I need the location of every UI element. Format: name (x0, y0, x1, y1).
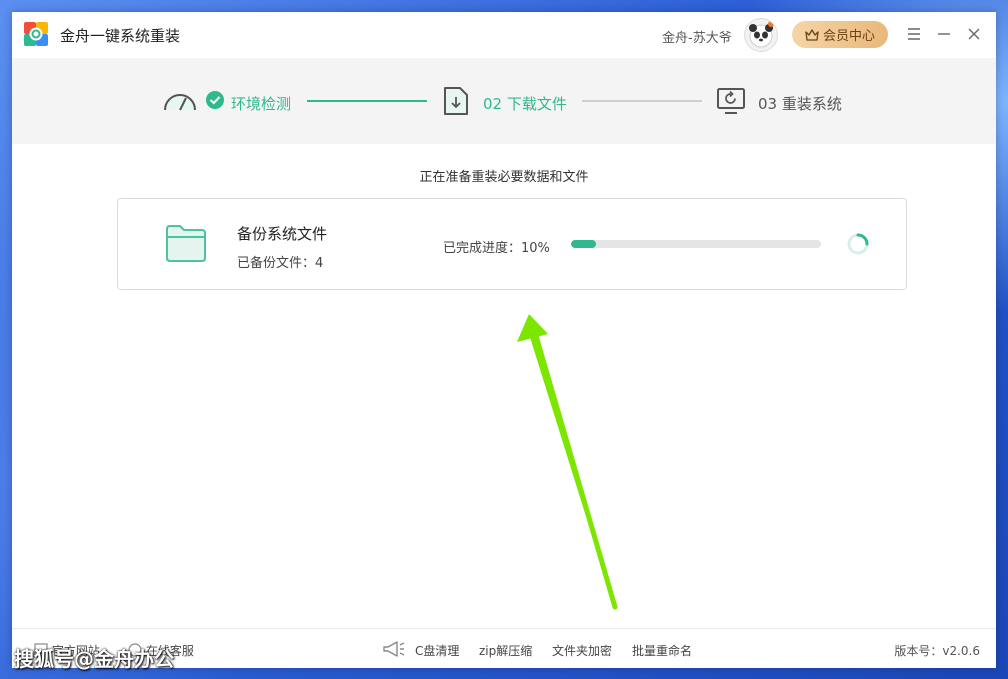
menu-button[interactable] (903, 23, 925, 45)
avatar[interactable] (744, 18, 778, 52)
step-env-check: 环境检测 (231, 95, 292, 113)
app-logo-icon (24, 22, 48, 46)
panda-avatar-icon (749, 21, 774, 48)
speedometer-icon (164, 94, 196, 111)
tool-batch-rename[interactable]: 批量重命名 (632, 642, 692, 659)
version-label: 版本号：v2.0.6 (894, 644, 980, 658)
loading-spinner-icon (847, 233, 869, 255)
status-subtitle: 正在准备重装必要数据和文件 (419, 170, 589, 185)
minimize-button[interactable] (933, 23, 955, 45)
megaphone-icon (383, 641, 405, 657)
check-circle-icon (206, 91, 224, 109)
app-window: 金舟一键系统重装 金舟-苏大爷 会员中心 环境检测 02 下载文件 03 重装系… (12, 12, 996, 668)
folder-icon (166, 225, 206, 262)
close-button[interactable] (963, 23, 985, 45)
app-title: 金舟一键系统重装 (60, 27, 181, 45)
steps-bar: 环境检测 02 下载文件 03 重装系统 (12, 58, 996, 144)
progress-fill (571, 240, 596, 248)
task-title: 备份系统文件 (237, 225, 328, 243)
minimize-icon (938, 33, 950, 35)
watermark-text: 搜狐号@金舟办公 (14, 647, 174, 671)
step-connector-1 (307, 100, 427, 102)
backed-up-count: 已备份文件：4 (237, 256, 324, 271)
download-file-icon (444, 87, 468, 115)
step-connector-2 (582, 100, 702, 102)
title-bar: 金舟一键系统重装 金舟-苏大爷 会员中心 (12, 12, 996, 58)
step-download-files: 02 下载文件 (483, 95, 567, 113)
monitor-refresh-icon (717, 88, 745, 114)
step-reinstall-system: 03 重装系统 (758, 95, 842, 113)
crown-icon (805, 28, 819, 41)
tool-folder-encrypt[interactable]: 文件夹加密 (552, 642, 612, 659)
user-name[interactable]: 金舟-苏大爷 (662, 27, 732, 46)
close-icon (968, 28, 980, 40)
vip-center-label: 会员中心 (822, 29, 875, 44)
tool-c-drive-clean[interactable]: C盘清理 (415, 642, 459, 659)
progress-label: 已完成进度：10% (443, 241, 550, 256)
progress-bar (571, 240, 821, 248)
task-card: 备份系统文件 已备份文件：4 已完成进度：10% (117, 198, 907, 290)
hamburger-icon (908, 28, 920, 40)
tool-zip-extract[interactable]: zip解压缩 (479, 642, 532, 659)
vip-center-button[interactable]: 会员中心 (792, 21, 888, 48)
